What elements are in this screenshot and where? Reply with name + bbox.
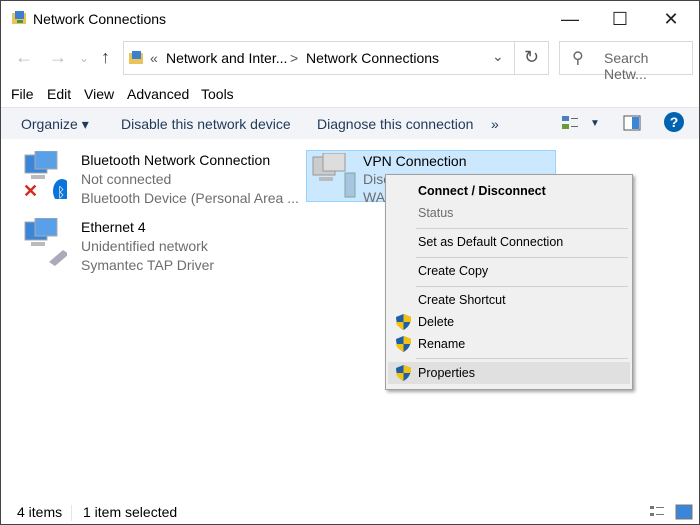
view-dropdown-icon[interactable]: ▼: [590, 118, 600, 129]
address-bar[interactable]: « Network and Inter... > Network Connect…: [123, 41, 549, 75]
breadcrumb-network-internet[interactable]: Network and Inter...: [166, 50, 287, 66]
item-name: Ethernet 4: [81, 219, 146, 235]
menu-item-create-copy[interactable]: Create Copy: [388, 260, 630, 282]
svg-text:ᛒ: ᛒ: [57, 184, 65, 199]
refresh-icon[interactable]: ↻: [524, 47, 539, 68]
menu-item-set-default[interactable]: Set as Default Connection: [388, 231, 630, 253]
vpn-adapter-icon: [312, 153, 356, 198]
item-device: Bluetooth Device (Personal Area ...: [81, 190, 299, 206]
network-folder-icon: [12, 11, 26, 24]
list-item-ethernet[interactable]: Ethernet 4 Unidentified network Symantec…: [21, 218, 271, 273]
up-icon[interactable]: ↑: [101, 47, 110, 68]
menu-advanced[interactable]: Advanced: [127, 86, 189, 102]
menu-item-create-shortcut[interactable]: Create Shortcut: [388, 289, 630, 311]
command-bar: Organize ▾ Disable this network device D…: [1, 107, 699, 139]
item-name: Bluetooth Network Connection: [81, 152, 271, 168]
menu-item-properties[interactable]: Properties: [388, 362, 630, 384]
search-input[interactable]: ⚲ Search Netw...: [559, 41, 693, 82]
item-status: Not connected: [81, 171, 172, 187]
uac-shield-icon: [396, 314, 411, 330]
network-folder-icon: [129, 51, 143, 64]
breadcrumb-network-connections[interactable]: Network Connections: [306, 50, 439, 66]
menu-item-rename[interactable]: Rename: [388, 333, 630, 355]
menu-view[interactable]: View: [84, 86, 114, 102]
menu-item-delete[interactable]: Delete: [388, 311, 630, 333]
minimize-button[interactable]: —: [547, 5, 593, 33]
details-view-icon[interactable]: [649, 504, 665, 520]
item-device: Symantec TAP Driver: [81, 257, 215, 273]
breadcrumb-separator[interactable]: >: [290, 50, 298, 66]
organize-button[interactable]: Organize ▾: [21, 116, 89, 133]
menu-tools[interactable]: Tools: [201, 86, 234, 102]
recent-chevron-icon[interactable]: ⌄: [79, 51, 89, 65]
maximize-button[interactable]: ☐: [597, 5, 643, 33]
large-icons-view-icon[interactable]: [675, 504, 693, 520]
preview-pane-icon[interactable]: [623, 115, 641, 131]
ethernet-adapter-icon: [24, 218, 67, 266]
menu-edit[interactable]: Edit: [47, 86, 71, 102]
menu-item-connect[interactable]: Connect / Disconnect: [388, 180, 630, 202]
forward-icon[interactable]: →: [49, 47, 67, 68]
svg-text:✕: ✕: [23, 181, 38, 199]
breadcrumb-overflow[interactable]: «: [150, 50, 158, 66]
list-item-bluetooth[interactable]: ✕ ᛒ Bluetooth Network Connection Not conn…: [21, 151, 299, 206]
menu-file[interactable]: File: [11, 86, 34, 102]
help-button[interactable]: ?: [664, 112, 684, 132]
selected-count: 1 item selected: [83, 504, 178, 520]
diagnose-button[interactable]: Diagnose this connection: [317, 116, 473, 132]
window-title: Network Connections: [33, 11, 167, 27]
item-device: WA: [363, 189, 386, 205]
status-bar: 4 items 1 item selected: [1, 501, 699, 525]
disable-device-button[interactable]: Disable this network device: [121, 116, 291, 132]
network-adapter-icon: ✕ ᛒ: [23, 151, 67, 199]
item-name: VPN Connection: [363, 153, 467, 169]
context-menu: Connect / Disconnect Status Set as Defau…: [385, 174, 633, 390]
uac-shield-icon: [396, 336, 411, 352]
change-view-icon[interactable]: [561, 115, 579, 131]
menu-item-status: Status: [418, 206, 454, 220]
item-count: 4 items: [17, 504, 63, 520]
search-icon: ⚲: [572, 50, 584, 67]
address-dropdown-icon[interactable]: ⌄: [492, 48, 504, 65]
item-status: Unidentified network: [81, 238, 208, 254]
uac-shield-icon: [396, 365, 411, 381]
back-icon[interactable]: ←: [15, 47, 33, 68]
more-commands-button[interactable]: »: [491, 116, 499, 132]
close-button[interactable]: ✕: [648, 5, 694, 33]
